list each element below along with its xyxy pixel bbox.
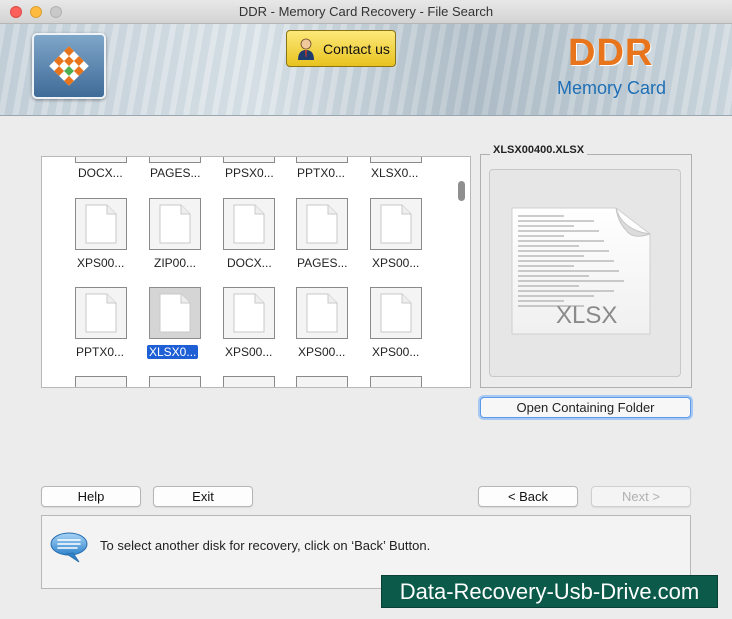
file-label-selected[interactable]: XLSX0... [147,345,199,359]
file-grid[interactable]: DOCX... PAGES... PPSX0... PPTX0... XLSX0… [41,156,471,388]
status-message: To select another disk for recovery, cli… [100,538,431,553]
brand-subtitle: Memory Card [557,78,667,98]
maximize-window-button[interactable] [50,6,62,18]
file-thumbnail[interactable] [75,157,127,163]
file-label[interactable]: ZIP00... [154,256,196,270]
file-label[interactable]: XPS00... [372,345,419,359]
file-thumbnail[interactable] [149,198,201,250]
file-label[interactable]: PPSX0... [225,166,274,180]
file-label[interactable]: XLSX0... [371,166,418,180]
contact-us-button[interactable]: Contact us [286,30,396,67]
document-icon [380,204,412,244]
document-icon [233,204,265,244]
file-label[interactable]: DOCX... [78,166,123,180]
file-label[interactable]: XPS00... [225,345,272,359]
window-titlebar: DDR - Memory Card Recovery - File Search [0,0,732,24]
help-button[interactable]: Help [41,486,141,507]
next-button[interactable]: Next > [591,486,691,507]
back-button[interactable]: < Back [478,486,578,507]
document-icon [159,204,191,244]
preview-area: XLSX [489,169,681,377]
file-thumbnail[interactable] [223,198,275,250]
file-thumbnail[interactable] [370,376,422,387]
close-window-button[interactable] [10,6,22,18]
file-thumbnail[interactable] [296,287,348,339]
document-icon [85,293,117,333]
file-thumbnail[interactable] [370,157,422,163]
file-label[interactable]: PPTX0... [297,166,345,180]
file-thumbnail[interactable] [75,287,127,339]
document-icon [85,204,117,244]
speech-bubble-icon [50,532,88,563]
file-thumbnail[interactable] [149,157,201,163]
file-thumbnail[interactable] [370,198,422,250]
file-type-label: XLSX [556,302,618,329]
file-label[interactable]: PAGES... [297,256,347,270]
file-thumbnail[interactable] [223,287,275,339]
document-icon [306,204,338,244]
file-label[interactable]: PPTX0... [76,345,124,359]
file-thumbnail[interactable] [75,198,127,250]
file-thumbnail[interactable] [296,376,348,387]
preview-title: XLSX00400.XLSX [490,144,588,156]
contact-us-label: Contact us [323,40,390,57]
grid-scrollbar-thumb[interactable] [458,181,465,201]
person-icon [295,37,317,61]
file-thumbnail[interactable] [296,198,348,250]
document-icon [159,293,191,333]
file-thumbnail[interactable] [296,157,348,163]
document-icon [306,293,338,333]
minimize-window-button[interactable] [30,6,42,18]
file-thumbnail[interactable] [223,376,275,387]
app-logo [32,33,106,99]
file-thumbnail[interactable] [370,287,422,339]
file-label[interactable]: PAGES... [150,166,200,180]
file-thumbnail[interactable] [149,376,201,387]
file-label[interactable]: XPS00... [372,256,419,270]
checker-logo-icon [49,46,89,86]
file-label[interactable]: DOCX... [227,256,272,270]
window-title: DDR - Memory Card Recovery - File Search [238,4,494,19]
file-thumbnail[interactable] [223,157,275,163]
document-icon [380,293,412,333]
brand-name: DDR [568,32,654,74]
file-thumbnail[interactable] [75,376,127,387]
file-label[interactable]: XPS00... [298,345,345,359]
open-containing-folder-button[interactable]: Open Containing Folder [480,397,691,418]
header-banner: Contact us DDR Memory Card [0,24,732,116]
file-label[interactable]: XPS00... [77,256,124,270]
watermark-banner: Data-Recovery-Usb-Drive.com [381,575,718,608]
file-thumbnail-selected[interactable] [149,287,201,339]
document-icon [233,293,265,333]
exit-button[interactable]: Exit [153,486,253,507]
